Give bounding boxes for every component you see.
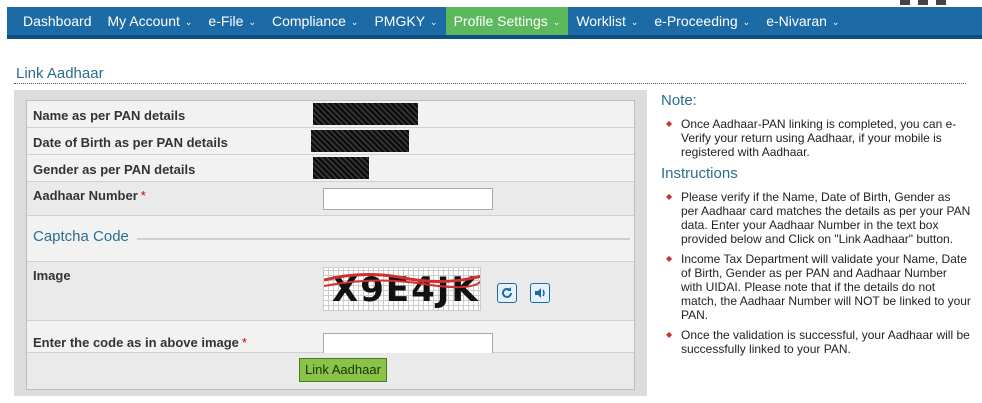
top-decor-icon [900,0,910,5]
link-aadhaar-form: Name as per PAN details Date of Birth as… [26,100,635,390]
top-decor-icon [918,0,928,5]
required-mark: * [241,335,247,350]
captcha-code-input[interactable] [323,333,493,355]
masked-gender-value [313,157,369,179]
chevron-down-icon: ⌄ [430,17,438,27]
refresh-icon [502,287,512,298]
link-aadhaar-button[interactable]: Link Aadhaar [299,358,387,382]
page-title: Link Aadhaar [16,65,104,82]
link-aadhaar-form-container: Name as per PAN details Date of Birth as… [14,90,647,396]
chevron-down-icon: ⌄ [742,17,751,27]
list-item: Once Aadhaar-PAN linking is completed, y… [661,117,971,159]
aadhaar-number-input[interactable] [323,188,493,210]
main-navbar: Dashboard My Account ⌄ e-File ⌄ Compliance… [7,7,982,39]
nav-worklist[interactable]: Worklist ⌄ [568,7,646,35]
nav-profile-settings[interactable]: Profile Settings ⌄ [445,7,569,35]
top-strip [0,0,982,7]
masked-name-value [313,103,418,125]
chevron-down-icon: ⌄ [350,17,359,27]
masked-dob-value [311,130,409,152]
chevron-down-icon: ⌄ [630,17,639,27]
top-decor-icon [936,0,946,5]
refresh-captcha-button[interactable] [497,283,517,303]
chevron-down-icon: ⌄ [552,17,561,27]
captcha-section-title: Captcha Code [33,228,129,245]
captcha-noise-lines [324,272,480,289]
note-list: Once Aadhaar-PAN linking is completed, y… [661,117,971,159]
nav-dashboard[interactable]: Dashboard [15,7,100,35]
speaker-icon [535,288,545,298]
aadhaar-row: Aadhaar Number * [27,182,634,216]
name-label: Name as per PAN details [33,108,186,123]
list-item: Once the validation is successful, your … [661,328,971,356]
chevron-down-icon: ⌄ [184,17,193,27]
nav-pmgky[interactable]: PMGKY ⌄ [366,7,445,35]
title-divider [14,83,966,84]
nav-compliance[interactable]: Compliance ⌄ [264,7,366,35]
name-row: Name as per PAN details [27,101,634,128]
nav-e-file[interactable]: e-File ⌄ [200,7,264,35]
captcha-divider [137,238,630,240]
gender-label: Gender as per PAN details [33,162,196,177]
nav-my-account[interactable]: My Account ⌄ [100,7,201,35]
note-title: Note: [661,92,697,109]
dob-row: Date of Birth as per PAN details [27,128,634,155]
chevron-down-icon: ⌄ [248,17,256,27]
captcha-image: X9E4JK [323,267,481,311]
instructions-title: Instructions [661,165,738,182]
dob-label: Date of Birth as per PAN details [33,135,228,150]
code-label: Enter the code as in above image * [33,335,247,350]
image-label: Image [33,268,71,283]
nav-e-nivaran[interactable]: e-Nivaran ⌄ [758,7,847,35]
info-sidebar: Note: Once Aadhaar-PAN linking is comple… [661,92,971,362]
list-item: Income Tax Department will validate your… [661,252,971,322]
audio-captcha-button[interactable] [530,283,550,303]
code-row: Enter the code as in above image * [27,321,634,355]
list-item: Please verify if the Name, Date of Birth… [661,190,971,246]
gender-row: Gender as per PAN details [27,155,634,182]
chevron-down-icon: ⌄ [831,17,840,27]
instructions-list: Please verify if the Name, Date of Birth… [661,190,971,356]
aadhaar-label: Aadhaar Number * [33,188,146,203]
nav-e-proceeding[interactable]: e-Proceeding ⌄ [646,7,758,35]
required-mark: * [140,188,146,203]
